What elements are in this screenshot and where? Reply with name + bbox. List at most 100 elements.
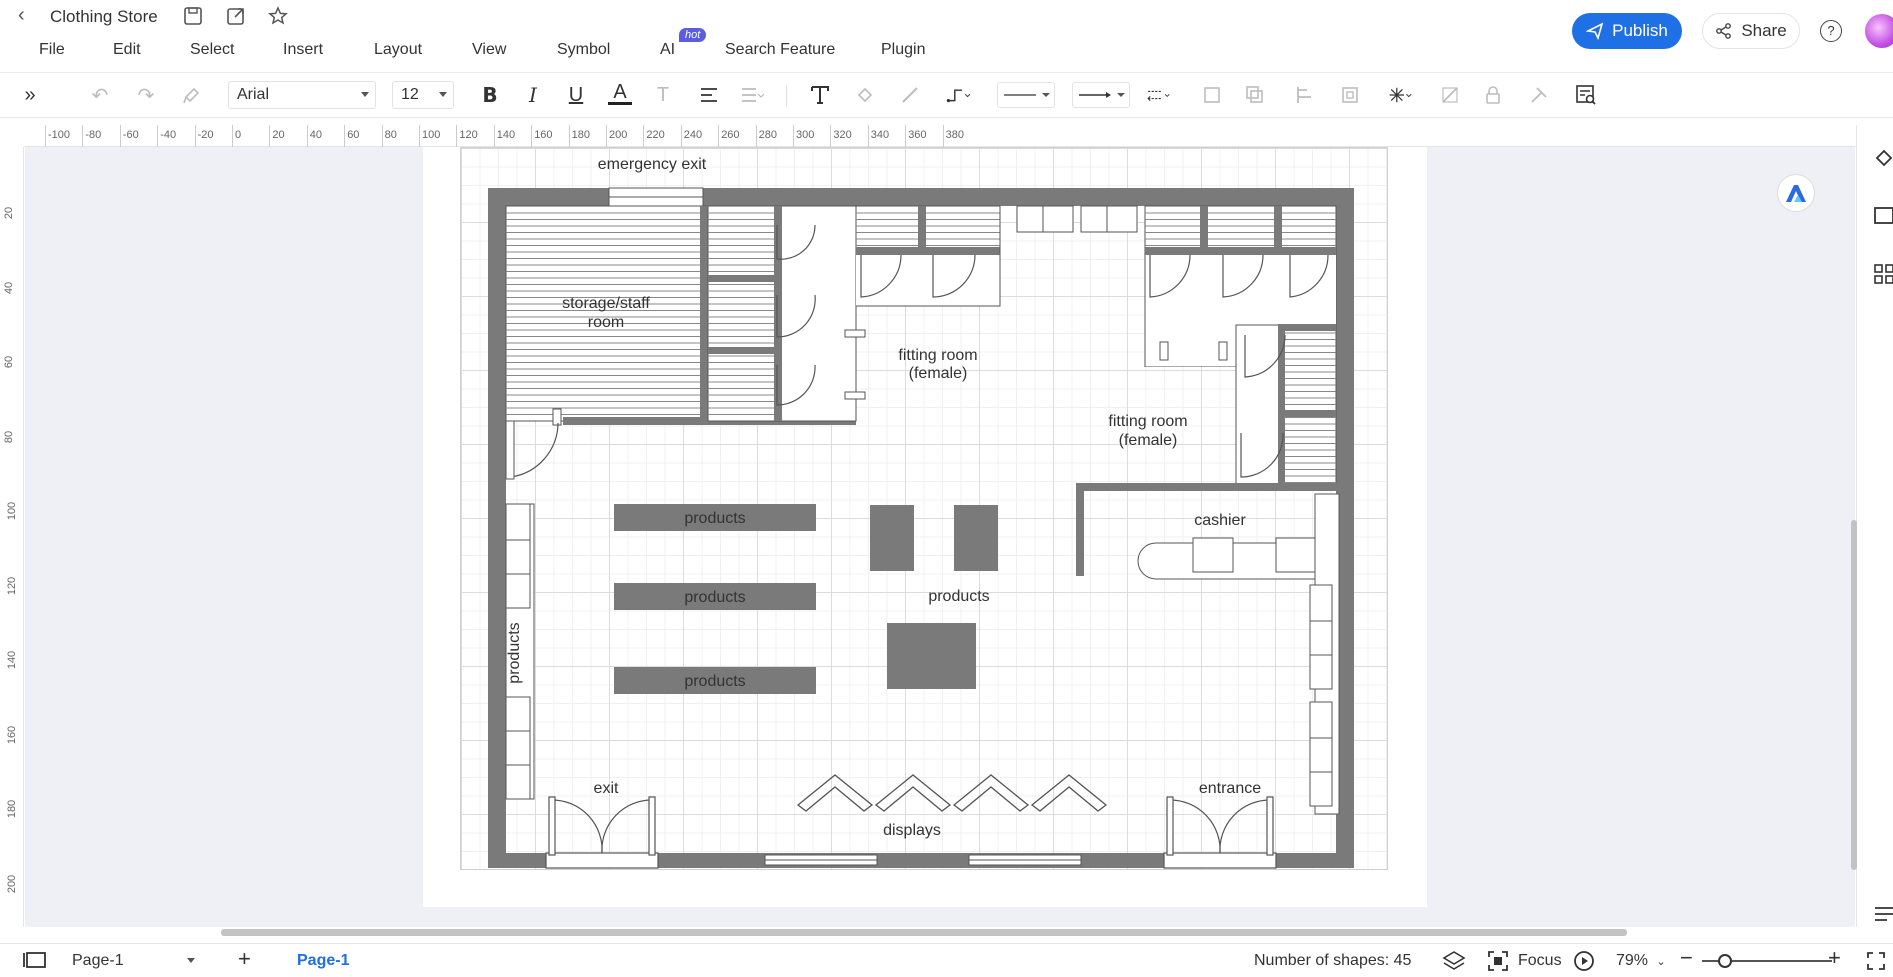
label-storage-line2[interactable]: room: [588, 314, 624, 331]
ai-assistant-icon[interactable]: [1777, 174, 1815, 212]
zoom-select[interactable]: 79% ⌄: [1616, 952, 1666, 970]
send-back-icon[interactable]: [1243, 83, 1267, 107]
drawing-page[interactable]: emergency exit storage/staff room fittin…: [423, 147, 1427, 907]
label-fitting-b-line2[interactable]: (female): [1119, 432, 1178, 449]
document-title[interactable]: Clothing Store: [50, 7, 158, 27]
redo-icon[interactable]: ↷: [134, 83, 158, 107]
menu-layout[interactable]: Layout: [374, 41, 422, 59]
label-fitting-a-line2[interactable]: (female): [909, 365, 968, 382]
save-icon[interactable]: [183, 6, 205, 28]
fill-style-icon[interactable]: [1873, 147, 1893, 171]
drawing-canvas[interactable]: emergency exit storage/staff room fittin…: [25, 147, 1855, 927]
zoom-in-icon[interactable]: +: [1828, 945, 1841, 971]
floor-plan[interactable]: emergency exit storage/staff room fittin…: [423, 147, 1427, 907]
menu-symbol[interactable]: Symbol: [557, 41, 610, 59]
label-exit[interactable]: exit: [594, 780, 619, 797]
vertical-scrollbar[interactable]: [1851, 520, 1857, 870]
connector-icon[interactable]: [946, 83, 970, 107]
play-icon[interactable]: [1573, 950, 1595, 977]
fitting-stalls-top[interactable]: [855, 205, 1001, 307]
label-fitting-a-line1[interactable]: fitting room: [898, 347, 977, 364]
properties-icon[interactable]: [1873, 903, 1893, 927]
zoom-slider-handle[interactable]: [1718, 954, 1732, 968]
ruler-tick: [381, 125, 383, 147]
ruler-tick-label: 80: [384, 129, 397, 141]
menu-edit[interactable]: Edit: [113, 41, 141, 59]
add-page-icon[interactable]: +: [238, 946, 251, 972]
tab-page-1[interactable]: Page-1: [297, 952, 349, 970]
avatar[interactable]: [1865, 14, 1893, 48]
insert-image-icon[interactable]: [1873, 205, 1893, 229]
align-objects-icon[interactable]: [1293, 83, 1317, 107]
tools-icon[interactable]: [1527, 83, 1551, 107]
help-icon[interactable]: ?: [1820, 20, 1842, 42]
menu-search-feature[interactable]: Search Feature: [725, 41, 835, 59]
align-icon[interactable]: [697, 83, 721, 107]
layers-icon[interactable]: [1442, 950, 1466, 977]
entrance-door[interactable]: [1163, 796, 1277, 869]
menu-view[interactable]: View: [472, 41, 506, 59]
label-entrance[interactable]: entrance: [1199, 780, 1261, 797]
fill-icon[interactable]: [853, 83, 877, 107]
focus-label[interactable]: Focus: [1518, 952, 1562, 970]
menu-plugin[interactable]: Plugin: [881, 41, 925, 59]
menu-file[interactable]: File: [39, 41, 65, 59]
share-button[interactable]: Share: [1702, 13, 1800, 49]
undo-icon[interactable]: ↶: [88, 83, 112, 107]
horizontal-ruler: -100 -80 -60 -40 -20 0 20 40 60 80 100 120 140 160 180…: [24, 125, 1856, 147]
font-family-select[interactable]: Arial: [228, 81, 376, 109]
text-tool-icon[interactable]: [808, 83, 832, 107]
page-list-icon[interactable]: [22, 950, 48, 975]
font-color-icon[interactable]: A: [608, 81, 632, 105]
pen-icon[interactable]: [898, 83, 922, 107]
arrow-style-select[interactable]: [1072, 82, 1130, 108]
edit-shape-icon[interactable]: [1438, 83, 1462, 107]
effects-icon[interactable]: [1388, 83, 1412, 107]
label-products-center[interactable]: products: [928, 588, 989, 605]
label-products-2[interactable]: products: [684, 589, 745, 606]
top-shelves[interactable]: [1016, 205, 1138, 233]
label-storage-line1[interactable]: storage/staff: [562, 295, 650, 312]
italic-icon[interactable]: I: [521, 83, 545, 107]
label-emergency-exit[interactable]: emergency exit: [598, 156, 707, 173]
label-products-3[interactable]: products: [684, 673, 745, 690]
star-icon[interactable]: [268, 6, 290, 28]
horizontal-scrollbar[interactable]: [221, 929, 1627, 936]
label-products-1[interactable]: products: [684, 510, 745, 527]
find-replace-icon[interactable]: [1574, 83, 1598, 107]
menu-select[interactable]: Select: [190, 41, 234, 59]
label-products-side[interactable]: products: [506, 622, 523, 683]
label-cashier[interactable]: cashier: [1194, 512, 1246, 529]
grid-panel-icon[interactable]: [1873, 263, 1893, 287]
clear-format-icon[interactable]: T: [651, 83, 675, 107]
zoom-out-icon[interactable]: −: [1680, 945, 1693, 971]
status-bar: Page-1 + Page-1 Number of shapes: 45 Foc…: [0, 943, 1893, 977]
page-selector[interactable]: Page-1: [72, 952, 195, 970]
line-jump-icon[interactable]: [1146, 83, 1170, 107]
cashier-counter[interactable]: [1137, 537, 1332, 580]
focus-icon[interactable]: [1487, 950, 1509, 977]
line-style-select[interactable]: [997, 82, 1055, 108]
line-spacing-icon[interactable]: [740, 83, 764, 107]
back-arrow-icon[interactable]: ‹: [18, 5, 38, 26]
display-racks[interactable]: [796, 774, 1108, 812]
lock-icon[interactable]: [1481, 83, 1505, 107]
expand-panel-icon[interactable]: »: [18, 83, 42, 107]
menu-ai[interactable]: AI: [660, 41, 675, 59]
bold-icon[interactable]: B: [478, 83, 502, 107]
label-displays[interactable]: displays: [883, 822, 941, 839]
bring-front-icon[interactable]: [1200, 83, 1224, 107]
group-icon[interactable]: [1338, 83, 1362, 107]
export-icon[interactable]: [226, 6, 248, 28]
zoom-value: 79%: [1616, 952, 1649, 969]
exit-door[interactable]: [545, 796, 659, 869]
underline-icon[interactable]: U: [564, 83, 588, 107]
publish-button[interactable]: Publish: [1572, 13, 1682, 49]
ruler-tick: [493, 125, 495, 147]
fitting-stalls-left[interactable]: [707, 205, 866, 422]
format-painter-icon[interactable]: [180, 83, 204, 107]
menu-insert[interactable]: Insert: [283, 41, 323, 59]
label-fitting-b-line1[interactable]: fitting room: [1108, 413, 1187, 430]
font-size-select[interactable]: 12: [392, 81, 454, 109]
fullscreen-icon[interactable]: [1866, 951, 1886, 976]
